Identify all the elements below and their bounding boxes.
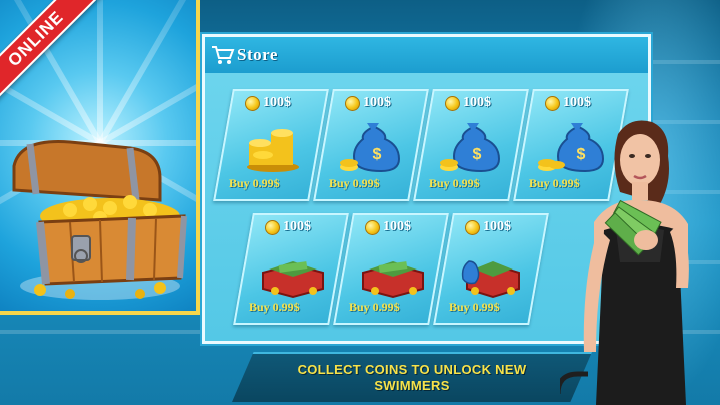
store-item-card[interactable]: 100$ Buy 0.99$ — [333, 213, 449, 325]
item-amount: 100$ — [263, 95, 291, 110]
buy-button[interactable]: Buy 0.99$ — [449, 300, 500, 315]
buy-button[interactable]: Buy 0.99$ — [349, 300, 400, 315]
cash-box-icon — [362, 261, 424, 299]
item-amount: 100$ — [463, 95, 491, 110]
swimmer-character — [560, 120, 689, 405]
item-amount: 100$ — [283, 219, 311, 234]
info-banner: COLLECT COINS TO UNLOCK NEW SWIMMERS — [232, 352, 592, 402]
coin-icon — [545, 95, 560, 111]
store-title: Store — [237, 45, 278, 64]
coin-stack-icon — [247, 129, 299, 172]
store-header: Store — [205, 37, 648, 73]
buy-button[interactable]: Buy 0.99$ — [249, 300, 300, 315]
coin-icon — [365, 219, 380, 235]
banner-line-2: SWIMMERS — [374, 378, 450, 393]
buy-button[interactable]: Buy 0.99$ — [429, 176, 480, 191]
cash-box-icon — [262, 261, 324, 299]
money-bag-icon: $ — [340, 123, 401, 173]
svg-text:$: $ — [373, 146, 382, 163]
coin-icon — [445, 95, 460, 111]
money-bag-icon: $ — [440, 123, 501, 173]
item-amount: 100$ — [383, 219, 411, 234]
store-item-card[interactable]: 100$ Buy 0.99$ — [233, 213, 349, 325]
cash-box-with-bag-icon — [461, 260, 520, 299]
online-badge-label: ONLINE — [4, 7, 68, 71]
buy-button[interactable]: Buy 0.99$ — [329, 176, 380, 191]
coin-icon — [245, 95, 260, 111]
shopping-cart-icon — [212, 46, 235, 64]
item-amount: 100$ — [363, 95, 391, 110]
promo-panel: ONLINE — [0, 0, 200, 315]
store-item-card[interactable]: 100$ $ Buy 0.99$ — [413, 89, 529, 201]
store-item-card[interactable]: 100$ Buy 0.99$ — [213, 89, 329, 201]
item-amount: 100$ — [563, 95, 591, 110]
treasure-chest-icon — [12, 140, 187, 300]
banner-line-1: COLLECT COINS TO UNLOCK NEW — [297, 362, 527, 377]
store-item-card[interactable]: 100$ Buy 0.99$ — [433, 213, 549, 325]
coin-icon — [345, 95, 360, 111]
store-item-card[interactable]: 100$ $ Buy 0.99$ — [313, 89, 429, 201]
item-amount: 100$ — [483, 219, 511, 234]
svg-text:$: $ — [473, 146, 482, 163]
coin-icon — [265, 219, 280, 235]
coin-icon — [465, 219, 480, 235]
buy-button[interactable]: Buy 0.99$ — [229, 176, 280, 191]
